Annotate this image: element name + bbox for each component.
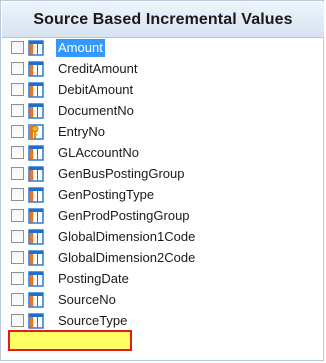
field-checkbox[interactable] bbox=[11, 125, 24, 138]
table-field-icon bbox=[28, 271, 45, 287]
panel-title: Source Based Incremental Values bbox=[33, 10, 293, 28]
field-row-genpostingtype[interactable]: GenPostingType bbox=[1, 185, 323, 206]
table-field-icon bbox=[28, 313, 45, 329]
field-label: GLAccountNo bbox=[58, 145, 139, 160]
field-row-sourcetype[interactable]: SourceType bbox=[1, 311, 323, 332]
field-checkbox[interactable] bbox=[11, 230, 24, 243]
field-row-entryno[interactable]: EntryNo bbox=[1, 122, 323, 143]
field-label: SourceNo bbox=[58, 292, 116, 307]
panel-header: Source Based Incremental Values bbox=[2, 2, 324, 38]
table-field-icon bbox=[28, 103, 45, 119]
field-label: DocumentNo bbox=[58, 103, 134, 118]
field-label: CreditAmount bbox=[58, 61, 138, 76]
field-row-postingdate[interactable]: PostingDate bbox=[1, 269, 323, 290]
table-field-icon bbox=[28, 250, 45, 266]
table-field-icon bbox=[28, 40, 45, 56]
field-checkbox[interactable] bbox=[11, 314, 24, 327]
field-checkbox[interactable] bbox=[11, 293, 24, 306]
table-field-icon bbox=[28, 208, 45, 224]
field-checkbox[interactable] bbox=[11, 209, 24, 222]
field-row-globaldimension2code[interactable]: GlobalDimension2Code bbox=[1, 248, 323, 269]
field-checkbox[interactable] bbox=[11, 251, 24, 264]
field-label: GenPostingType bbox=[58, 187, 155, 202]
timestamp-highlight-box bbox=[8, 330, 132, 351]
field-label: PostingDate bbox=[58, 271, 129, 286]
field-checkbox[interactable] bbox=[11, 167, 24, 180]
field-label: GenProdPostingGroup bbox=[58, 208, 190, 223]
field-checkbox[interactable] bbox=[11, 146, 24, 159]
field-checkbox[interactable] bbox=[11, 188, 24, 201]
field-label: GlobalDimension1Code bbox=[58, 229, 196, 244]
field-row-globaldimension1code[interactable]: GlobalDimension1Code bbox=[1, 227, 323, 248]
field-label: GenBusPostingGroup bbox=[58, 166, 185, 181]
field-label: DebitAmount bbox=[58, 82, 134, 97]
field-checkbox[interactable] bbox=[11, 62, 24, 75]
field-row-genbuspostinggroup[interactable]: GenBusPostingGroup bbox=[1, 164, 323, 185]
field-row-glaccountno[interactable]: GLAccountNo bbox=[1, 143, 323, 164]
field-row-documentno[interactable]: DocumentNo bbox=[1, 101, 323, 122]
key-field-icon bbox=[28, 124, 45, 140]
table-field-icon bbox=[28, 166, 45, 182]
table-field-icon bbox=[28, 61, 45, 77]
field-label: GlobalDimension2Code bbox=[58, 250, 196, 265]
field-row-amount[interactable]: Amount bbox=[1, 38, 323, 59]
field-label: EntryNo bbox=[58, 124, 105, 139]
field-label: Amount bbox=[56, 39, 105, 57]
field-checkbox[interactable] bbox=[11, 41, 24, 54]
table-field-icon bbox=[28, 187, 45, 203]
table-field-icon bbox=[28, 229, 45, 245]
source-incremental-values-panel: Source Based Incremental Values Amount Cr… bbox=[0, 0, 324, 361]
field-label: SourceType bbox=[58, 313, 128, 328]
table-field-icon bbox=[28, 292, 45, 308]
table-field-icon bbox=[28, 82, 45, 98]
field-checkbox[interactable] bbox=[11, 104, 24, 117]
field-checkbox[interactable] bbox=[11, 272, 24, 285]
field-checkbox[interactable] bbox=[11, 83, 24, 96]
field-row-sourceno[interactable]: SourceNo bbox=[1, 290, 323, 311]
field-row-debitamount[interactable]: DebitAmount bbox=[1, 80, 323, 101]
table-field-icon bbox=[28, 145, 45, 161]
field-list[interactable]: Amount CreditAmount DebitAmount DocumentNo E… bbox=[1, 38, 323, 353]
field-row-creditamount[interactable]: CreditAmount bbox=[1, 59, 323, 80]
field-row-genprodpostinggroup[interactable]: GenProdPostingGroup bbox=[1, 206, 323, 227]
